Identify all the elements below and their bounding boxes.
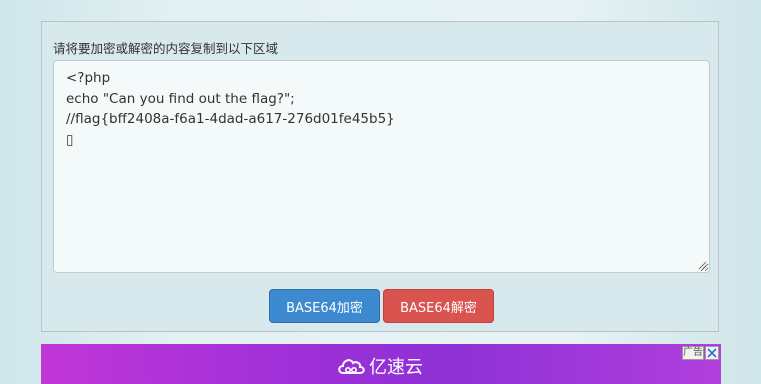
ad-brand[interactable]: 亿速云 [337,353,423,379]
resize-handle-icon[interactable] [698,261,707,270]
cloud-icon [338,359,365,374]
ad-brand-text: 亿速云 [369,357,423,378]
content-line: echo "Can you find out the flag?"; [66,90,295,107]
base64-encode-button[interactable]: BASE64加密 [269,289,380,323]
ad-tag: 广告 [682,346,704,360]
close-icon [707,348,717,358]
base64-decode-button[interactable]: BASE64解密 [383,289,494,323]
base64-panel: 请将要加密或解密的内容复制到以下区域 <?php echo "Can you f… [41,21,719,332]
content-line: ▯ [66,131,74,148]
instruction-label: 请将要加密或解密的内容复制到以下区域 [53,41,279,56]
content-line: <?php [66,70,111,86]
ad-banner[interactable]: 亿速云 广告 [41,344,721,384]
content-line: //flag{bff2408a-f6a1-4dad-a617-276d01fe4… [66,111,395,127]
ad-close-button[interactable] [705,346,719,360]
content-textarea[interactable]: <?php echo "Can you find out the flag?";… [53,60,710,273]
